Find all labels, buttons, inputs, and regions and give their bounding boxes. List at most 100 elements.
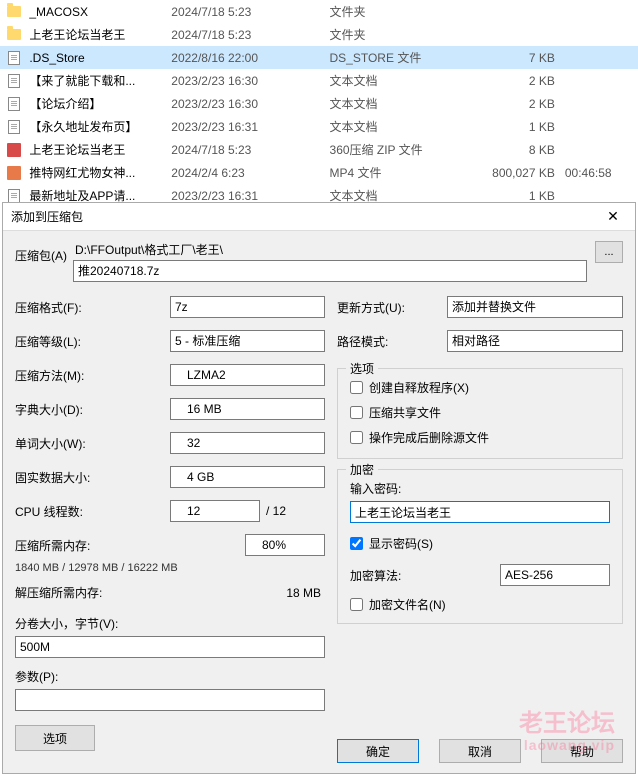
word-label: 单词大小(W): — [15, 435, 170, 452]
solid-label: 固实数据大小: — [15, 469, 170, 486]
split-select[interactable]: 500M — [15, 636, 325, 658]
file-row[interactable]: 【来了就能下载和...2023/2/23 16:30文本文档2 KB — [0, 69, 638, 92]
encnames-checkbox-row[interactable]: 加密文件名(N) — [350, 596, 610, 613]
update-select[interactable]: 添加并替换文件 — [447, 296, 623, 318]
file-type: DS_STORE 文件 — [330, 49, 488, 66]
pathmode-label: 路径模式: — [337, 333, 447, 350]
file-dur: 00:46:58 — [565, 166, 632, 180]
file-type: 文件夹 — [330, 26, 488, 43]
file-type: 360压缩 ZIP 文件 — [330, 141, 488, 158]
zip-icon — [6, 142, 21, 158]
file-row[interactable]: 推特网红尤物女神...2024/2/4 6:23MP4 文件800,027 KB… — [0, 161, 638, 184]
file-name: _MACOSX — [29, 5, 171, 19]
cpu-select[interactable]: 12 — [170, 500, 260, 522]
file-row[interactable]: _MACOSX2024/7/18 5:23文件夹 — [0, 0, 638, 23]
format-label: 压缩格式(F): — [15, 299, 170, 316]
file-row[interactable]: 【永久地址发布页】2023/2/23 16:31文本文档1 KB — [0, 115, 638, 138]
file-row[interactable]: 上老王论坛当老王2024/7/18 5:23文件夹 — [0, 23, 638, 46]
password-input[interactable] — [350, 501, 610, 523]
folder-icon — [6, 4, 21, 20]
mem-decomp-label: 解压缩所需内存: — [15, 584, 286, 601]
mem-comp-label: 压缩所需内存: — [15, 537, 245, 554]
document-icon — [6, 73, 21, 89]
ok-button[interactable]: 确定 — [337, 739, 419, 763]
file-date: 2023/2/23 16:30 — [171, 74, 329, 88]
mem-comp-select[interactable]: 80% — [245, 534, 325, 556]
file-name: 推特网红尤物女神... — [29, 164, 171, 181]
cpu-max: / 12 — [266, 504, 286, 518]
file-row[interactable]: 上老王论坛当老王2024/7/18 5:23360压缩 ZIP 文件8 KB — [0, 138, 638, 161]
mem-decomp-value: 18 MB — [286, 586, 325, 600]
file-row[interactable]: 【论坛介绍】2023/2/23 16:30文本文档2 KB — [0, 92, 638, 115]
file-size: 7 KB — [488, 51, 565, 65]
param-label: 参数(P): — [15, 668, 325, 685]
sfx-checkbox[interactable] — [350, 381, 363, 394]
solid-select[interactable]: 4 GB — [170, 466, 325, 488]
enc-algo-select[interactable]: AES-256 — [500, 564, 610, 586]
file-date: 2023/2/23 16:31 — [171, 120, 329, 134]
document-icon — [6, 119, 21, 135]
browse-button[interactable]: ... — [595, 241, 623, 263]
cancel-button[interactable]: 取消 — [439, 739, 521, 763]
file-type: 文件夹 — [330, 3, 488, 20]
method-select[interactable]: LZMA2 — [170, 364, 325, 386]
showpw-checkbox-row[interactable]: 显示密码(S) — [350, 535, 610, 552]
delete-checkbox-row[interactable]: 操作完成后删除源文件 — [350, 429, 610, 446]
file-name: 上老王论坛当老王 — [29, 141, 171, 158]
dialog-title: 添加到压缩包 — [11, 208, 83, 225]
dict-label: 字典大小(D): — [15, 401, 170, 418]
options-group: 选项 创建自释放程序(X) 压缩共享文件 操作完成后删除源文件 — [337, 368, 623, 459]
file-size: 800,027 KB — [488, 166, 565, 180]
dialog-titlebar: 添加到压缩包 ✕ — [3, 203, 635, 231]
file-row[interactable]: .DS_Store2022/8/16 22:00DS_STORE 文件7 KB — [0, 46, 638, 69]
file-size: 1 KB — [488, 189, 565, 203]
format-select[interactable]: 7z — [170, 296, 325, 318]
mem-comp-text: 1840 MB / 12978 MB / 16222 MB — [15, 562, 325, 574]
word-select[interactable]: 32 — [170, 432, 325, 454]
sfx-checkbox-row[interactable]: 创建自释放程序(X) — [350, 379, 610, 396]
file-name: 【来了就能下载和... — [29, 72, 171, 89]
pathmode-select[interactable]: 相对路径 — [447, 330, 623, 352]
method-label: 压缩方法(M): — [15, 367, 170, 384]
share-checkbox-row[interactable]: 压缩共享文件 — [350, 404, 610, 421]
file-size: 2 KB — [488, 97, 565, 111]
video-icon — [6, 165, 21, 181]
options-button[interactable]: 选项 — [15, 725, 95, 751]
encnames-checkbox[interactable] — [350, 598, 363, 611]
dict-select[interactable]: 16 MB — [170, 398, 325, 420]
file-list: _MACOSX2024/7/18 5:23文件夹上老王论坛当老王2024/7/1… — [0, 0, 638, 207]
file-date: 2022/8/16 22:00 — [171, 51, 329, 65]
delete-checkbox[interactable] — [350, 431, 363, 444]
enc-algo-label: 加密算法: — [350, 567, 500, 584]
encrypt-title: 加密 — [346, 461, 378, 478]
file-size: 8 KB — [488, 143, 565, 157]
showpw-checkbox[interactable] — [350, 537, 363, 550]
file-date: 2024/7/18 5:23 — [171, 143, 329, 157]
archive-name-select[interactable]: 推20240718.7z — [73, 260, 587, 282]
file-size: 2 KB — [488, 74, 565, 88]
password-label: 输入密码: — [350, 480, 610, 497]
file-type: 文本文档 — [330, 95, 488, 112]
help-button[interactable]: 帮助 — [541, 739, 623, 763]
file-date: 2024/7/18 5:23 — [171, 5, 329, 19]
share-checkbox[interactable] — [350, 406, 363, 419]
level-select[interactable]: 5 - 标准压缩 — [170, 330, 325, 352]
param-input[interactable] — [15, 689, 325, 711]
split-label: 分卷大小，字节(V): — [15, 615, 325, 632]
archive-path: D:\FFOutput\格式工厂\老王\ — [73, 241, 587, 260]
file-name: 【论坛介绍】 — [29, 95, 171, 112]
file-date: 2024/7/18 5:23 — [171, 28, 329, 42]
document-icon — [6, 96, 21, 112]
options-title: 选项 — [346, 360, 378, 377]
file-type: 文本文档 — [330, 72, 488, 89]
close-icon[interactable]: ✕ — [599, 207, 627, 227]
archive-label: 压缩包(A) — [15, 241, 73, 264]
file-size: 1 KB — [488, 120, 565, 134]
file-date: 2024/2/4 6:23 — [171, 166, 329, 180]
file-type: 文本文档 — [330, 118, 488, 135]
folder-icon — [6, 27, 21, 43]
update-label: 更新方式(U): — [337, 299, 447, 316]
file-name: 【永久地址发布页】 — [29, 118, 171, 135]
level-label: 压缩等级(L): — [15, 333, 170, 350]
file-date: 2023/2/23 16:30 — [171, 97, 329, 111]
